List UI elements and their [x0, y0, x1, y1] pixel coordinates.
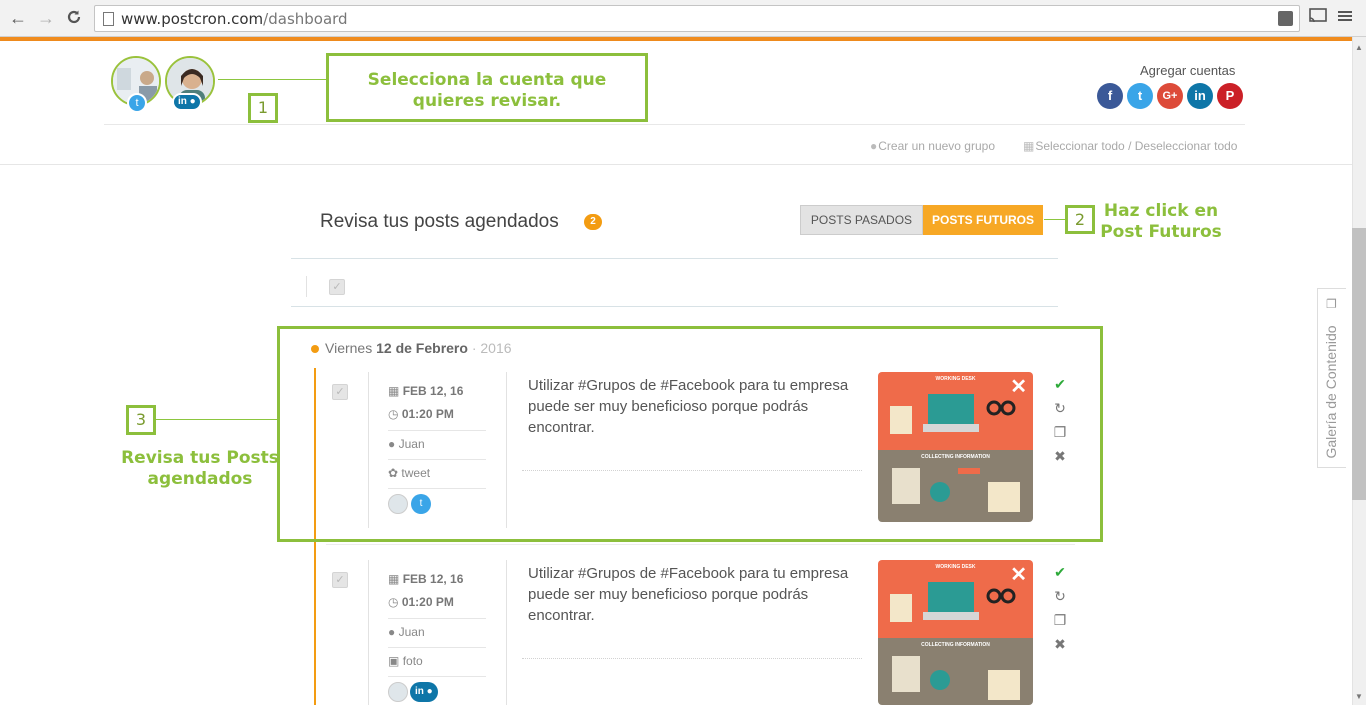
- back-icon[interactable]: ←: [8, 8, 28, 28]
- camera-icon: ▣: [388, 654, 400, 668]
- callout-3-number: 3: [126, 405, 156, 435]
- post-2-account-avatar: [388, 682, 408, 702]
- post-2-thumb-bottom-label: COLLECTING INFORMATION: [921, 642, 990, 648]
- reload-icon[interactable]: [64, 8, 84, 28]
- post-2-meta-divider-3: [388, 676, 486, 677]
- callout-2-connector: [1044, 219, 1066, 220]
- scroll-up-icon[interactable]: ▲: [1352, 41, 1366, 55]
- post-divider: [326, 544, 1075, 545]
- post-2-thumb-top-label: WORKING DESK: [935, 564, 976, 570]
- post-2-meta-divider-2: [388, 647, 486, 648]
- scroll-down-icon[interactable]: ▼: [1352, 690, 1366, 704]
- tab-past-posts[interactable]: POSTS PASADOS: [800, 205, 923, 235]
- callout-1-number: 1: [248, 93, 278, 123]
- post-2-type: ▣ foto: [388, 654, 423, 668]
- bulk-separator: [306, 276, 307, 297]
- post-2-reschedule-icon[interactable]: ↻: [1052, 588, 1068, 605]
- post-2-thumbnail[interactable]: ✕ WORKING DESK COLLECTING INFORMATION: [878, 560, 1033, 705]
- post-2-approve-icon[interactable]: ✔: [1052, 564, 1068, 581]
- content-gallery-tab[interactable]: ❐ Galería de Contenido: [1317, 288, 1346, 468]
- post-2-date: ▦ FEB 12, 16: [388, 572, 464, 586]
- callout-1-connector: [218, 79, 327, 80]
- linkedin-badge-icon: in ●: [172, 93, 202, 111]
- callout-3-connector: [155, 419, 277, 420]
- bulk-select-checkbox[interactable]: ✓: [329, 279, 345, 295]
- gallery-icon: ❐: [1326, 297, 1337, 311]
- post-2-duplicate-icon[interactable]: ❐: [1052, 612, 1068, 629]
- post-2-text-divider: [522, 658, 862, 659]
- select-all-link[interactable]: ▦ Seleccionar todo / Deseleccionar todo: [1023, 139, 1237, 153]
- twitter-badge-icon: t: [127, 93, 147, 113]
- post-2-right-separator: [506, 560, 507, 705]
- menu-icon[interactable]: [1337, 8, 1353, 28]
- post-2-author: ● Juan: [388, 625, 425, 639]
- content-gallery-label: Galería de Contenido: [1323, 325, 1339, 459]
- post-2-delete-icon[interactable]: ✖: [1052, 636, 1068, 653]
- post-2-meta-divider: [388, 618, 486, 619]
- calendar-icon: ▦: [388, 572, 400, 586]
- url-text: www.postcron.com/dashboard: [121, 10, 348, 28]
- list-top-divider: [291, 258, 1058, 259]
- forward-icon[interactable]: →: [36, 8, 56, 28]
- callout-3-frame: [277, 326, 1103, 542]
- grid-icon: ▦: [1023, 139, 1036, 153]
- twitter-add-icon[interactable]: t: [1127, 83, 1153, 109]
- header-divider: [104, 124, 1245, 125]
- user-icon: ●: [388, 625, 396, 639]
- post-2-text[interactable]: Utilizar #Grupos de #Facebook para tu em…: [528, 563, 858, 626]
- page-title: Revisa tus posts agendados: [320, 211, 559, 232]
- callout-2-text: Haz click en Post Futuros: [1100, 201, 1222, 242]
- post-2-linkedin-icon: in ●: [410, 682, 438, 702]
- address-bar[interactable]: www.postcron.com/dashboard: [94, 5, 1300, 32]
- callout-1-text: Selecciona la cuenta que quieres revisar…: [326, 53, 648, 122]
- tab-future-posts[interactable]: POSTS FUTUROS: [923, 205, 1043, 235]
- post-2-left-separator: [368, 560, 369, 705]
- pinterest-add-icon[interactable]: P: [1217, 83, 1243, 109]
- browser-toolbar: ← → www.postcron.com/dashboard: [0, 0, 1366, 37]
- page-icon: [103, 12, 114, 26]
- translate-icon[interactable]: [1278, 11, 1293, 26]
- callout-2-number: 2: [1065, 205, 1095, 234]
- facebook-add-icon[interactable]: f: [1097, 83, 1123, 109]
- clock-icon: ◷: [388, 595, 399, 609]
- cast-icon[interactable]: [1308, 8, 1328, 28]
- googleplus-add-icon[interactable]: G+: [1157, 83, 1183, 109]
- create-group-link[interactable]: ● Crear un nuevo grupo: [870, 139, 995, 153]
- add-accounts-label: Agregar cuentas: [1140, 63, 1236, 78]
- callout-3-text: Revisa tus Posts agendados: [121, 448, 279, 489]
- post-2-time: ◷ 01:20 PM: [388, 595, 454, 609]
- linkedin-add-icon[interactable]: in: [1187, 83, 1213, 109]
- posts-count-badge: 2: [584, 214, 602, 230]
- post-2-checkbox[interactable]: ✓: [332, 572, 348, 588]
- group-icon: ●: [870, 139, 879, 153]
- scrollbar-thumb[interactable]: [1352, 228, 1366, 500]
- list-bottom-divider: [291, 306, 1058, 307]
